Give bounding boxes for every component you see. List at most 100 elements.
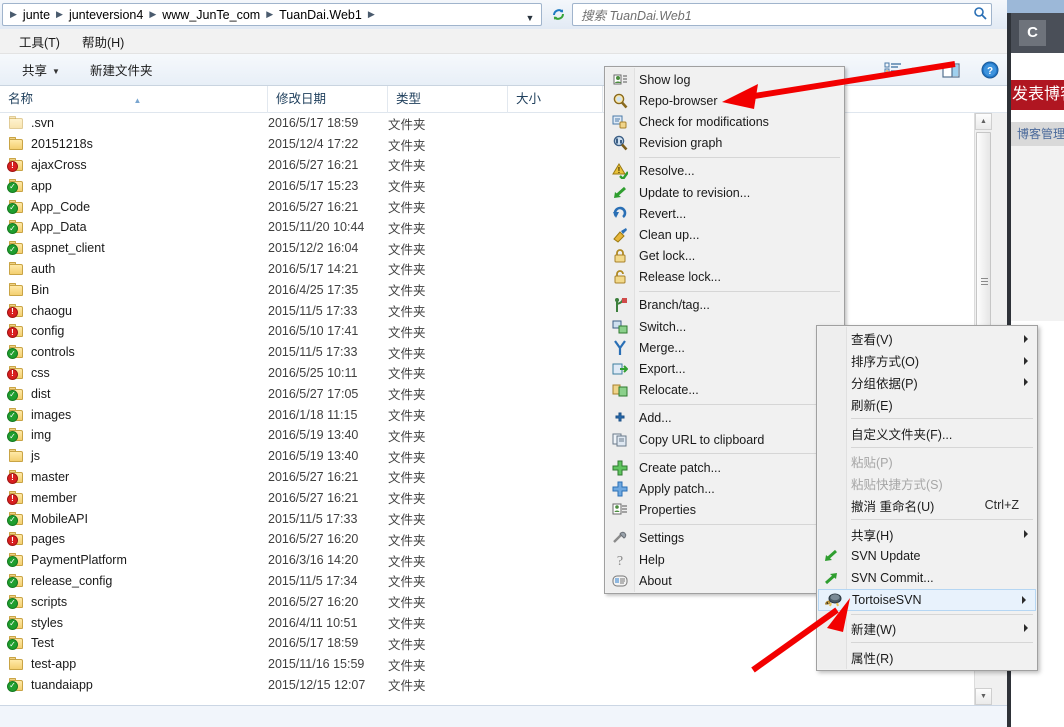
- file-name-cell[interactable]: test-app: [0, 657, 260, 671]
- file-type-cell: 文件夹: [388, 159, 426, 174]
- menu-item-switch[interactable]: Switch...: [605, 316, 844, 337]
- chevron-down-icon[interactable]: ▼: [910, 65, 919, 75]
- menu-item-properties[interactable]: Properties: [605, 500, 844, 521]
- menu-item-check-for-modifications[interactable]: Check for modifications: [605, 111, 844, 132]
- tortoisesvn-submenu[interactable]: Show log Repo-browser Check for modificati…: [604, 66, 845, 595]
- folder-icon: ✓: [7, 428, 24, 443]
- menu-item-show-log[interactable]: Show log: [605, 69, 844, 90]
- menu-item-release-lock[interactable]: Release lock...: [605, 267, 844, 288]
- scroll-down-button[interactable]: ▼: [975, 688, 992, 705]
- menu-item-help[interactable]: 帮助(H): [71, 29, 135, 54]
- column-header-size[interactable]: 大小: [508, 86, 603, 113]
- file-name-cell[interactable]: .svn: [0, 116, 260, 130]
- menu-item-add[interactable]: Add...: [605, 408, 844, 429]
- context-menu-item-svn-commit[interactable]: SVN Commit...: [817, 567, 1037, 589]
- menu-item-get-lock[interactable]: Get lock...: [605, 246, 844, 267]
- breadcrumb-item-0[interactable]: junte: [20, 7, 53, 23]
- file-name-cell[interactable]: ✓ controls: [0, 345, 260, 360]
- context-menu-item-u[interactable]: 撤消 重命名(U) Ctrl+Z: [817, 495, 1037, 517]
- file-name-cell[interactable]: ! master: [0, 469, 260, 484]
- file-name-cell[interactable]: ✓ images: [0, 407, 260, 422]
- lock-closed-icon: [612, 248, 628, 264]
- file-name-cell[interactable]: ! css: [0, 365, 260, 380]
- search-icon[interactable]: [973, 6, 987, 23]
- context-menu-item-svn-update[interactable]: SVN Update: [817, 545, 1037, 567]
- menu-item-update-to-revision[interactable]: Update to revision...: [605, 182, 844, 203]
- menu-item-help[interactable]: ? Help: [605, 549, 844, 570]
- context-menu-item-h[interactable]: 共享(H): [817, 523, 1037, 545]
- column-header-name[interactable]: 名称 ▲: [0, 86, 268, 113]
- scroll-up-button[interactable]: ▲: [975, 113, 992, 130]
- menu-item-resolve[interactable]: ! Resolve...: [605, 161, 844, 182]
- file-name-cell[interactable]: ✓ styles: [0, 615, 260, 630]
- browser-tab[interactable]: C: [1019, 20, 1046, 46]
- file-name-cell[interactable]: ✓ scripts: [0, 594, 260, 609]
- context-menu-item-o[interactable]: 排序方式(O): [817, 350, 1037, 372]
- file-name-cell[interactable]: 20151218s: [0, 137, 260, 151]
- file-name-cell[interactable]: ✓ App_Code: [0, 199, 260, 214]
- file-name-label: css: [31, 365, 50, 380]
- menu-item-tools[interactable]: 工具(T): [8, 29, 71, 54]
- search-input[interactable]: 搜索 TuanDai.Web1: [572, 3, 992, 26]
- file-name-cell[interactable]: ✓ App_Data: [0, 220, 260, 235]
- menu-item-revision-graph[interactable]: Revision graph: [605, 133, 844, 154]
- file-name-cell[interactable]: ! chaogu: [0, 303, 260, 318]
- file-name-cell[interactable]: ✓ Test: [0, 636, 260, 651]
- file-date-cell: 2016/5/27 16:21: [268, 157, 359, 172]
- table-row[interactable]: ✓ tuandaiapp 2015/12/15 12:07 文件夹: [0, 675, 980, 696]
- column-header-date[interactable]: 修改日期: [268, 86, 388, 113]
- file-name-cell[interactable]: auth: [0, 261, 260, 276]
- menu-separator: [851, 613, 1033, 615]
- menu-item-export[interactable]: Export...: [605, 358, 844, 379]
- help-icon[interactable]: ?: [981, 61, 999, 79]
- context-menu-item-r[interactable]: 属性(R): [817, 646, 1037, 668]
- context-menu-item-tortoisesvn[interactable]: TortoiseSVN: [818, 588, 1036, 611]
- share-button[interactable]: 共享 ▼: [14, 56, 68, 83]
- file-name-cell[interactable]: ✓ img: [0, 428, 260, 443]
- new-folder-button[interactable]: 新建文件夹: [82, 56, 161, 83]
- file-name-cell[interactable]: ✓ release_config: [0, 573, 260, 588]
- context-menu-item-e[interactable]: 刷新(E): [817, 393, 1037, 415]
- breadcrumb[interactable]: ▶ junte ▶ junteversion4 ▶ www_JunTe_com …: [2, 3, 542, 26]
- context-menu-item-label: 粘贴快捷方式(S): [851, 478, 943, 493]
- breadcrumb-item-3[interactable]: TuanDai.Web1: [276, 7, 365, 23]
- menu-item-revert[interactable]: Revert...: [605, 203, 844, 224]
- file-name-cell[interactable]: ! member: [0, 490, 260, 505]
- folder-icon: ✓: [7, 553, 24, 568]
- menu-item-about[interactable]: About: [605, 570, 844, 591]
- menu-item-repo-browser[interactable]: Repo-browser: [605, 90, 844, 111]
- file-name-cell[interactable]: ! ajaxCross: [0, 157, 260, 172]
- file-name-cell[interactable]: ✓ app: [0, 178, 260, 193]
- context-menu-item-p[interactable]: 分组依据(P): [817, 372, 1037, 394]
- context-menu-item-w[interactable]: 新建(W): [817, 618, 1037, 640]
- file-name-cell[interactable]: ! pages: [0, 532, 260, 547]
- menu-item-apply-patch[interactable]: Apply patch...: [605, 478, 844, 499]
- breadcrumb-item-2[interactable]: www_JunTe_com: [159, 7, 263, 23]
- file-name-cell[interactable]: ✓ tuandaiapp: [0, 677, 260, 692]
- menu-item-relocate[interactable]: Relocate...: [605, 380, 844, 401]
- file-name-cell[interactable]: ✓ MobileAPI: [0, 511, 260, 526]
- refresh-icon[interactable]: [546, 3, 570, 26]
- svn-update-icon: [823, 548, 841, 564]
- menu-item-branch-tag[interactable]: Branch/tag...: [605, 295, 844, 316]
- preview-pane-icon[interactable]: [941, 62, 961, 79]
- file-name-cell[interactable]: js: [0, 449, 260, 463]
- chevron-down-icon[interactable]: ▼: [521, 8, 539, 25]
- file-date-cell: 2016/5/27 17:05: [268, 386, 359, 401]
- file-name-cell[interactable]: Bin: [0, 282, 260, 297]
- column-header-type[interactable]: 类型: [388, 86, 508, 113]
- menu-item-settings[interactable]: Settings: [605, 528, 844, 549]
- context-menu-item-v[interactable]: 查看(V): [817, 328, 1037, 350]
- menu-item-clean-up[interactable]: Clean up...: [605, 224, 844, 245]
- explorer-context-menu[interactable]: 查看(V) 排序方式(O) 分组依据(P) 刷新(E) 自定义文件夹(F)... 粘贴(P…: [816, 325, 1038, 672]
- menu-item-copy-url-to-clipboard[interactable]: Copy URL to clipboard: [605, 429, 844, 450]
- file-name-cell[interactable]: ✓ aspnet_client: [0, 241, 260, 256]
- context-menu-item-f[interactable]: 自定义文件夹(F)...: [817, 422, 1037, 444]
- breadcrumb-item-1[interactable]: junteversion4: [66, 7, 146, 23]
- file-name-cell[interactable]: ! config: [0, 324, 260, 339]
- file-name-cell[interactable]: ✓ dist: [0, 386, 260, 401]
- menu-item-merge[interactable]: Merge...: [605, 337, 844, 358]
- file-name-cell[interactable]: ✓ PaymentPlatform: [0, 553, 260, 568]
- menu-item-create-patch[interactable]: Create patch...: [605, 457, 844, 478]
- list-view-icon[interactable]: [884, 62, 904, 78]
